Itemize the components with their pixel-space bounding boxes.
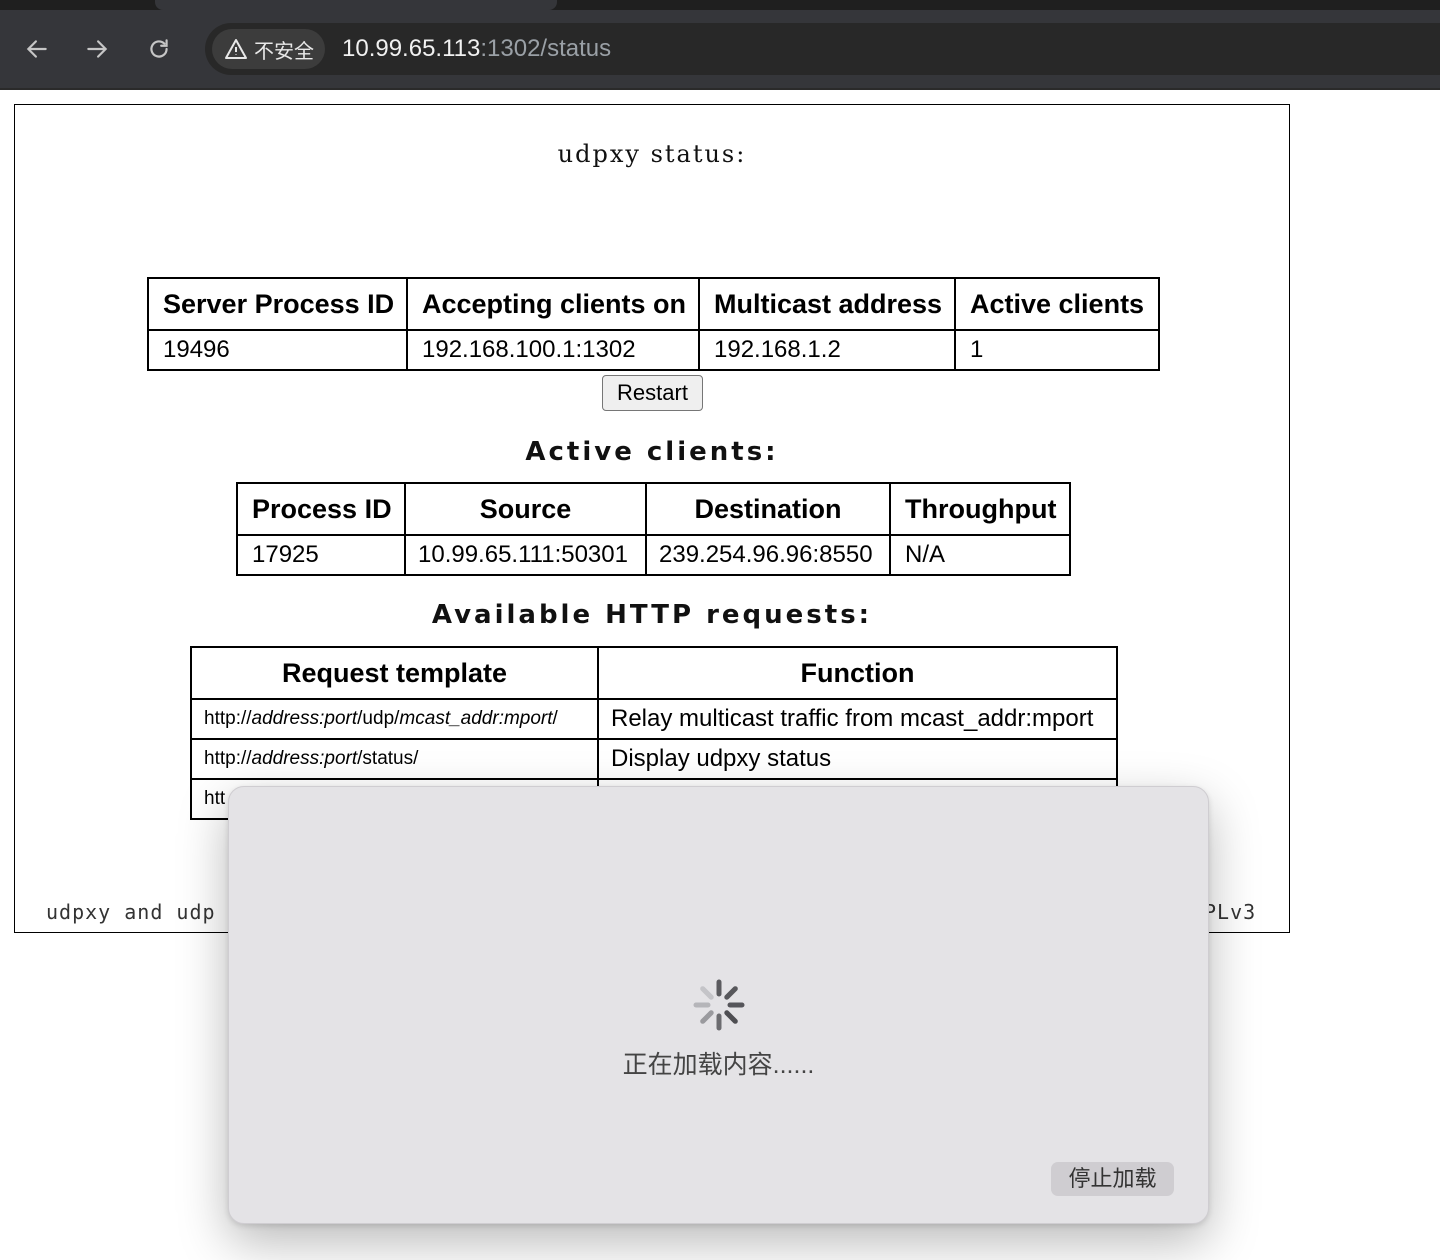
table-header: Server Process ID: [147, 277, 408, 331]
forward-button[interactable]: [80, 32, 114, 66]
security-label: 不安全: [254, 40, 314, 63]
loading-text: 正在加载内容......: [622, 1051, 815, 1079]
table-cell: 10.99.65.111:50301: [404, 534, 647, 576]
table-row: 19496 192.168.100.1:1302 192.168.1.2 1: [147, 329, 1160, 371]
security-chip[interactable]: 不安全: [212, 29, 325, 69]
table-header: Process ID: [236, 482, 406, 536]
url-host: 10.99.65.113: [342, 35, 481, 62]
table-header-row: Request template Function: [190, 646, 1118, 700]
table-row: http://address:port/udp/mcast_addr:mport…: [190, 698, 1118, 740]
table-row: 17925 10.99.65.111:50301 239.254.96.96:8…: [236, 534, 1071, 576]
table-header: Accepting clients on: [406, 277, 700, 331]
page-title: udpxy status:: [557, 140, 747, 168]
stop-loading-button[interactable]: 停止加载: [1051, 1162, 1174, 1196]
template-part: http://: [204, 748, 252, 769]
active-tab[interactable]: [155, 0, 557, 10]
http-requests-heading: Available HTTP requests:: [431, 600, 873, 630]
template-part: /: [552, 708, 558, 729]
template-part: address:port: [251, 708, 358, 729]
footer-license: PLv3: [1204, 900, 1257, 924]
back-button[interactable]: [20, 32, 54, 66]
table-cell: 19496: [147, 329, 408, 371]
server-table: Server Process ID Accepting clients on M…: [147, 277, 1160, 371]
table-header-row: Server Process ID Accepting clients on M…: [147, 277, 1160, 331]
function-cell: Display udpxy status: [597, 738, 1118, 780]
template-part: mcast_addr:mport: [399, 708, 553, 729]
reload-icon: [150, 39, 168, 58]
table-header: Request template: [190, 646, 599, 700]
table-cell: 192.168.1.2: [698, 329, 956, 371]
address-bar[interactable]: 不安全 10.99.65.113:1302/status: [205, 23, 1440, 75]
template-part: /status/: [357, 748, 419, 769]
table-cell: 239.254.96.96:8550: [645, 534, 891, 576]
tab-strip: [0, 0, 1440, 10]
table-header: Source: [404, 482, 647, 536]
table-header: Throughput: [889, 482, 1071, 536]
clients-table: Process ID Source Destination Throughput…: [236, 482, 1071, 576]
url-path: :1302/status: [480, 35, 612, 62]
footer-text: udpxy and udp: [46, 900, 216, 924]
function-cell: Relay multicast traffic from mcast_addr:…: [597, 698, 1118, 740]
table-cell: 1: [954, 329, 1160, 371]
url-text[interactable]: 10.99.65.113:1302/status: [342, 35, 611, 63]
table-cell: 192.168.100.1:1302: [406, 329, 700, 371]
browser-toolbar: 不安全 10.99.65.113:1302/status: [0, 10, 1440, 90]
table-header: Destination: [645, 482, 891, 536]
table-cell: 17925: [236, 534, 406, 576]
table-row: http://address:port/status/ Display udpx…: [190, 738, 1118, 780]
reload-button[interactable]: [142, 32, 176, 66]
active-clients-heading: Active clients:: [525, 437, 779, 467]
table-header: Active clients: [954, 277, 1160, 331]
loading-spinner-icon: [693, 979, 745, 1031]
table-header-row: Process ID Source Destination Throughput: [236, 482, 1071, 536]
loading-sheet: 正在加载内容...... 停止加载: [228, 786, 1209, 1224]
arrow-left-icon: [26, 40, 47, 58]
template-part: http://: [204, 708, 252, 729]
table-cell: N/A: [889, 534, 1071, 576]
request-template-cell: http://address:port/status/: [190, 738, 599, 780]
table-header: Function: [597, 646, 1118, 700]
template-part: /udp/: [357, 708, 400, 729]
request-template-cell: http://address:port/udp/mcast_addr:mport…: [190, 698, 599, 740]
arrow-right-icon: [87, 40, 108, 58]
table-header: Multicast address: [698, 277, 956, 331]
restart-button[interactable]: Restart: [602, 375, 703, 411]
warning-icon: [225, 39, 247, 59]
template-part: address:port: [251, 748, 358, 769]
